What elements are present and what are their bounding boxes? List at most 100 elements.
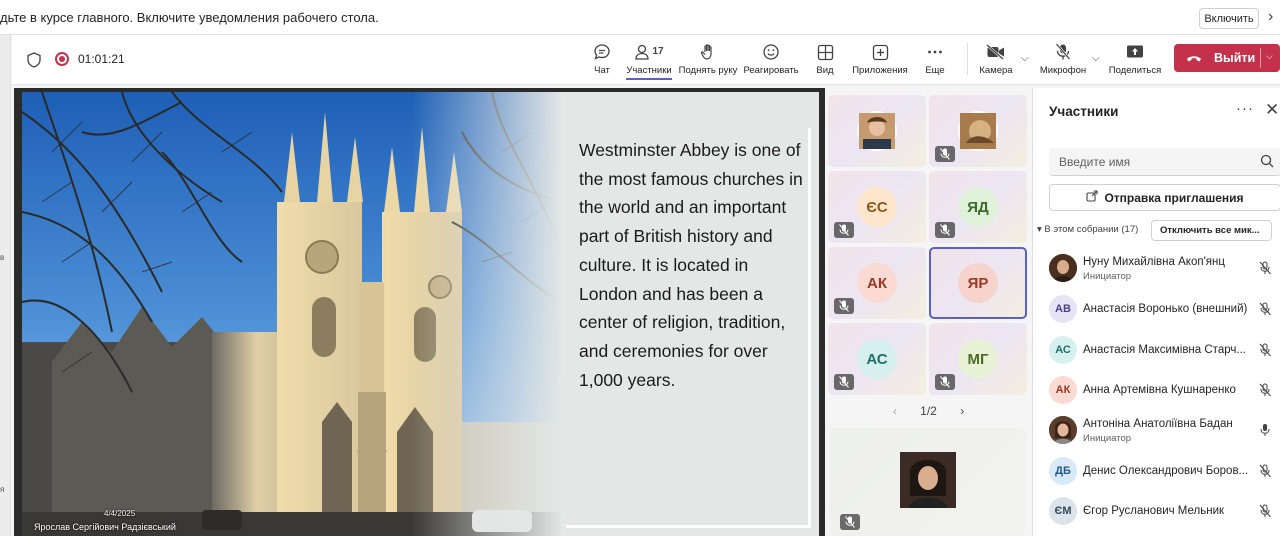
video-gallery: ЄС ЯД АК ЯР АС МГ ‹ 1/2 › <box>826 88 1031 536</box>
mic-off-icon <box>1259 261 1271 275</box>
chat-button[interactable]: Чат <box>590 41 614 81</box>
presentation-slide: Westminster Abbey is one of the most fam… <box>22 92 819 536</box>
mic-off-icon <box>1259 343 1271 357</box>
chevron-left-icon[interactable]: ‹ <box>893 404 897 418</box>
muted-indicator <box>935 222 955 238</box>
microphone-button[interactable]: Микрофон <box>1039 41 1087 81</box>
participant-row[interactable]: Антоніна Анатоліївна Бадан Инициатор <box>1033 410 1280 450</box>
leave-divider <box>1260 48 1261 68</box>
participant-name: Анна Артемівна Кушнаренко <box>1083 384 1236 396</box>
camera-label: Камера <box>979 65 1013 76</box>
participants-panel: Участники ··· ✕ Отправка приглашения ▾ В… <box>1032 88 1280 536</box>
participant-row[interactable]: АК Анна Артемівна Кушнаренко <box>1033 370 1280 410</box>
camera-options-chevron-icon[interactable]: ⌵ <box>1021 53 1029 64</box>
leave-label: Выйти <box>1214 51 1256 65</box>
view-button[interactable]: Вид <box>814 41 836 81</box>
avatar <box>1049 254 1077 282</box>
react-button[interactable]: Реагировать <box>743 41 799 81</box>
page-indicator: 1/2 <box>920 404 937 418</box>
grid-view-icon <box>817 41 834 63</box>
participant-role: Инициатор <box>1083 271 1132 282</box>
share-label: Поделиться <box>1108 65 1162 76</box>
muted-indicator <box>834 374 854 390</box>
avatar: ДБ <box>1049 457 1077 485</box>
mic-off-icon <box>1259 302 1271 316</box>
camera-button[interactable]: Камера <box>979 41 1013 81</box>
mic-off-icon <box>1055 41 1071 63</box>
participant-role: Инициатор <box>1083 433 1132 444</box>
avatar <box>1049 416 1077 444</box>
search-input[interactable] <box>1059 153 1249 171</box>
mute-all-button[interactable]: Отключить все мик... <box>1151 220 1272 241</box>
video-tile[interactable]: ЯД <box>929 171 1027 243</box>
raise-hand-label: Поднять руку <box>678 65 738 76</box>
chat-icon <box>593 41 611 63</box>
chevron-right-icon[interactable]: › <box>960 404 964 418</box>
share-button[interactable]: Поделиться <box>1108 41 1162 81</box>
meeting-timer: 01:01:21 <box>78 52 125 66</box>
search-icon <box>1260 154 1274 168</box>
self-video-tile[interactable] <box>830 428 1026 536</box>
leave-options-chevron-icon[interactable]: ⌵ <box>1266 51 1273 62</box>
gallery-pager: ‹ 1/2 › <box>826 404 1031 418</box>
participant-name: Антоніна Анатоліївна Бадан <box>1083 418 1233 430</box>
video-tile[interactable]: АС <box>828 323 926 395</box>
avatar <box>900 452 956 508</box>
shield-icon <box>27 52 41 68</box>
participant-name: Анастасія Максимівна Старч... <box>1083 344 1246 356</box>
avatar: АК <box>857 263 897 303</box>
participant-name: Денис Олександрович Боров... <box>1083 465 1249 477</box>
apps-button[interactable]: Приложения <box>852 41 908 81</box>
participant-row[interactable]: АВ Анастасія Воронько (внешний) <box>1033 289 1280 329</box>
avatar: АС <box>857 339 897 379</box>
panel-title: Участники <box>1049 104 1119 119</box>
hang-up-icon <box>1186 51 1202 66</box>
left-strip-label-bottom: я <box>0 485 5 494</box>
enable-notifications-button[interactable]: Включить <box>1199 8 1259 29</box>
avatar <box>958 111 998 151</box>
mic-options-chevron-icon[interactable]: ⌵ <box>1092 53 1100 64</box>
more-button[interactable]: Еще <box>923 41 947 81</box>
video-tile[interactable]: АК <box>828 247 926 319</box>
participant-row[interactable]: Нуну Михайлівна Акоп'янц Инициатор <box>1033 248 1280 288</box>
mic-icon <box>1260 424 1270 436</box>
participants-button[interactable]: 17 Участники <box>626 41 672 81</box>
apps-label: Приложения <box>852 65 908 76</box>
avatar: ЄМ <box>1049 497 1077 525</box>
toolbar-separator <box>967 43 968 75</box>
muted-indicator <box>840 514 860 530</box>
close-icon[interactable]: ✕ <box>1265 100 1279 120</box>
video-tile[interactable]: ЄС <box>828 171 926 243</box>
participant-search[interactable] <box>1049 148 1280 176</box>
in-meeting-section-header[interactable]: ▾ В этом собрании (17) <box>1037 224 1138 235</box>
westminster-abbey-photo <box>22 92 562 536</box>
raise-hand-button[interactable]: Поднять руку <box>679 41 737 81</box>
send-invite-button[interactable]: Отправка приглашения <box>1049 184 1280 211</box>
notification-text: дьте в курсе главного. Включите уведомле… <box>0 10 379 25</box>
video-tile-active-speaker[interactable]: ЯР <box>929 247 1027 319</box>
react-label: Реагировать <box>743 65 799 76</box>
avatar: ЄС <box>857 187 897 227</box>
add-app-icon <box>872 41 889 63</box>
avatar <box>857 111 897 151</box>
participant-row[interactable]: ЄМ Єгор Русланович Мельник <box>1033 491 1280 531</box>
in-meeting-section-label: В этом собрании (17) <box>1044 224 1139 235</box>
muted-indicator <box>834 222 854 238</box>
microphone-label: Микрофон <box>1039 65 1087 76</box>
video-tile[interactable] <box>828 95 926 167</box>
leave-button[interactable]: Выйти ⌵ <box>1174 44 1280 72</box>
participant-name: Анастасія Воронько (внешний) <box>1083 303 1248 315</box>
video-tile[interactable] <box>929 95 1027 167</box>
photo-date: 4/4/2025 <box>104 509 136 518</box>
mic-off-icon <box>1259 383 1271 397</box>
participants-count: 17 <box>652 46 664 57</box>
shared-content-stage: Westminster Abbey is one of the most fam… <box>14 88 825 536</box>
video-tile[interactable]: МГ <box>929 323 1027 395</box>
more-options-icon[interactable]: ··· <box>1236 100 1254 117</box>
chevron-right-icon[interactable]: › <box>1268 8 1273 26</box>
mic-off-icon <box>1259 504 1271 518</box>
participant-name: Єгор Русланович Мельник <box>1083 505 1225 517</box>
camera-off-icon <box>986 41 1006 63</box>
participant-row[interactable]: АС Анастасія Максимівна Старч... <box>1033 330 1280 370</box>
participant-row[interactable]: ДБ Денис Олександрович Боров... <box>1033 451 1280 491</box>
